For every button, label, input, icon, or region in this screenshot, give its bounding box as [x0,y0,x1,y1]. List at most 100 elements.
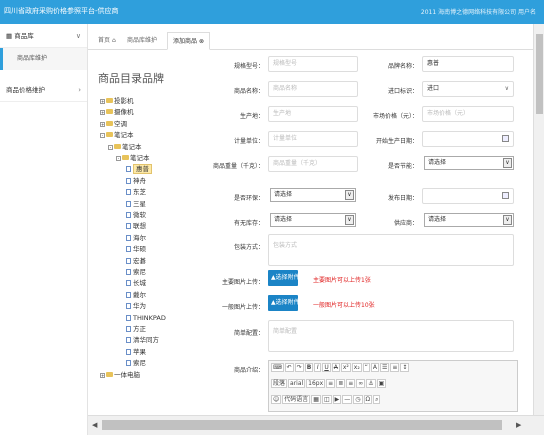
tree-brand-node[interactable]: 戴尔 [126,291,146,299]
sidebar-item-product-library[interactable]: ▦ 商品库 ∨ [0,24,87,48]
image-icon[interactable]: ▣ [376,379,387,388]
chevron-down-icon: ∨ [503,215,512,225]
tab-library-maintenance[interactable]: 商品库维护 [127,32,157,50]
tree-brand-node[interactable]: 华为 [126,302,146,310]
special-char-icon[interactable]: Ω [363,395,373,404]
scroll-left-icon[interactable]: ◀ [92,421,97,429]
tree-folder-node[interactable]: + 空调 [100,120,127,128]
ordered-list-icon[interactable]: ≡ [390,363,400,372]
tree-brand-node[interactable]: 联想 [126,222,146,230]
tree-brand-node[interactable]: 惠普 [126,164,152,175]
font-family-select[interactable]: arial [288,379,306,388]
tree-folder-node[interactable]: - 笔记本 [108,143,142,151]
video-icon[interactable]: ▶ [332,395,342,404]
tree-brand-node[interactable]: THINKPAD [126,314,166,322]
tree-brand-node[interactable]: 索尼 [126,359,146,367]
horizontal-scroll-thumb[interactable] [102,420,502,430]
subscript-icon[interactable]: x₂ [351,363,362,372]
list-icon[interactable]: ☰ [379,363,390,372]
stock-select[interactable]: 请选择 ∨ [270,213,356,227]
expand-icon[interactable]: + [100,121,105,127]
page-icon [126,291,131,298]
tree-folder-node[interactable]: - 笔记本 [100,131,134,139]
general-image-upload-button[interactable]: ▲选择附件 [268,295,300,311]
horizontal-rule-icon[interactable]: — [342,395,353,404]
config-textarea[interactable]: 简单配置 [268,320,514,352]
main-image-upload-button[interactable]: ▲选择附件 [268,270,300,286]
search-icon[interactable]: ⌕ [373,395,381,404]
link-icon[interactable]: ∞ [356,379,366,388]
expand-icon[interactable]: + [100,99,105,104]
bold-icon[interactable]: B [304,363,314,372]
price-input[interactable]: 市场价格（元） [422,106,514,122]
paragraph-format-select[interactable]: 段落 [271,379,288,388]
emoji-icon[interactable]: ☺ [271,395,282,404]
weight-input[interactable]: 商品重量（千克） [268,156,358,172]
sidebar-item-price-maintenance[interactable]: 商品价格维护 › [0,78,87,102]
energy-select[interactable]: 请选择 ∨ [424,156,514,170]
producer-input[interactable]: 生产地 [268,106,358,122]
undo-icon[interactable]: ↶ [284,363,294,372]
unit-input[interactable]: 计量单位 [268,131,358,147]
italic-icon[interactable]: I [314,363,322,372]
strikethrough-icon[interactable]: A [331,363,340,372]
collapse-icon[interactable]: - [108,144,113,150]
anchor-icon[interactable]: ⚓ [366,379,376,388]
tree-brand-node[interactable]: 方正 [126,325,146,333]
underline-icon[interactable]: U [322,363,331,372]
tree-brand-node[interactable]: 海尔 [126,234,146,242]
tree-brand-node[interactable]: 清华同方 [126,336,159,344]
tree-brand-node[interactable]: 微软 [126,211,146,219]
horizontal-scrollbar[interactable]: ◀ ▶ [88,415,544,435]
date-input[interactable] [422,131,514,147]
align-right-icon[interactable]: ≡ [346,379,356,388]
align-left-icon[interactable]: ≡ [326,379,336,388]
vertical-scrollbar[interactable] [533,24,544,415]
supply-select[interactable]: 请选择 ∨ [424,213,514,227]
expand-icon[interactable]: + [100,110,105,116]
tree-brand-node[interactable]: 长城 [126,279,146,287]
tree-folder-node[interactable]: - 笔记本 [116,154,150,162]
tree-brand-node[interactable]: 三星 [126,200,146,208]
quote-icon[interactable]: “ [362,363,370,372]
name-input[interactable]: 商品名称 [268,81,358,97]
tree-folder-node[interactable]: + 一体电脑 [100,371,140,379]
table-icon[interactable]: ▦ [311,395,321,404]
tree-brand-node[interactable]: 东芝 [126,188,146,196]
source-icon[interactable]: ⌨ [271,363,284,372]
env-select[interactable]: 请选择 ∨ [270,188,356,202]
pack-textarea[interactable]: 包装方式 [268,234,514,266]
release-date-input[interactable] [422,188,514,204]
date-icon[interactable]: ◷ [353,395,363,404]
tree-brand-node[interactable]: 华硕 [126,245,146,253]
font-size-select[interactable]: 16px [306,379,326,388]
font-color-icon[interactable]: A [370,363,379,372]
map-icon[interactable]: ◫ [321,395,332,404]
rich-text-editor[interactable]: ⌨ ↶ ↷ B I U Ax² x₂ “A ☰ ≡ ↕ 段落 arial 16px ≡ ≣ ≡ ∞ ⚓ ▣ ☺ 代码语言… [268,360,518,412]
expand-icon[interactable]: + [100,372,105,378]
tree-folder-node[interactable]: + 摄像机 [100,108,134,116]
brand-input[interactable]: 惠普 [422,56,514,72]
close-icon[interactable]: ⊗ [199,38,204,45]
tree-brand-node[interactable]: 索尼 [126,268,146,276]
calendar-icon[interactable] [502,135,509,142]
vertical-scroll-thumb[interactable] [536,34,543,114]
tree-brand-node[interactable]: 宏碁 [126,257,146,265]
sidebar-item-library-maintenance[interactable]: 商品库维护 [0,48,87,70]
superscript-icon[interactable]: x² [340,363,351,372]
redo-icon[interactable]: ↷ [294,363,304,372]
tree-brand-node[interactable]: 神舟 [126,177,146,185]
tab-add-product[interactable]: 添加商品 ⊗ [167,32,210,50]
align-center-icon[interactable]: ≣ [336,379,346,388]
line-height-icon[interactable]: ↕ [400,363,410,372]
scroll-right-icon[interactable]: ▶ [516,421,521,429]
collapse-icon[interactable]: - [116,156,121,161]
code-language-select[interactable]: 代码语言 [282,395,311,404]
tree-folder-node[interactable]: + 投影机 [100,97,134,105]
collapse-icon[interactable]: - [100,133,105,139]
calendar-icon[interactable] [502,192,509,199]
import-select[interactable]: 进口 ∨ [422,81,514,97]
tab-home[interactable]: 首页 ⌂ [98,32,116,50]
spec-input[interactable]: 规格型号 [268,56,358,72]
tree-brand-node[interactable]: 苹果 [126,348,146,356]
